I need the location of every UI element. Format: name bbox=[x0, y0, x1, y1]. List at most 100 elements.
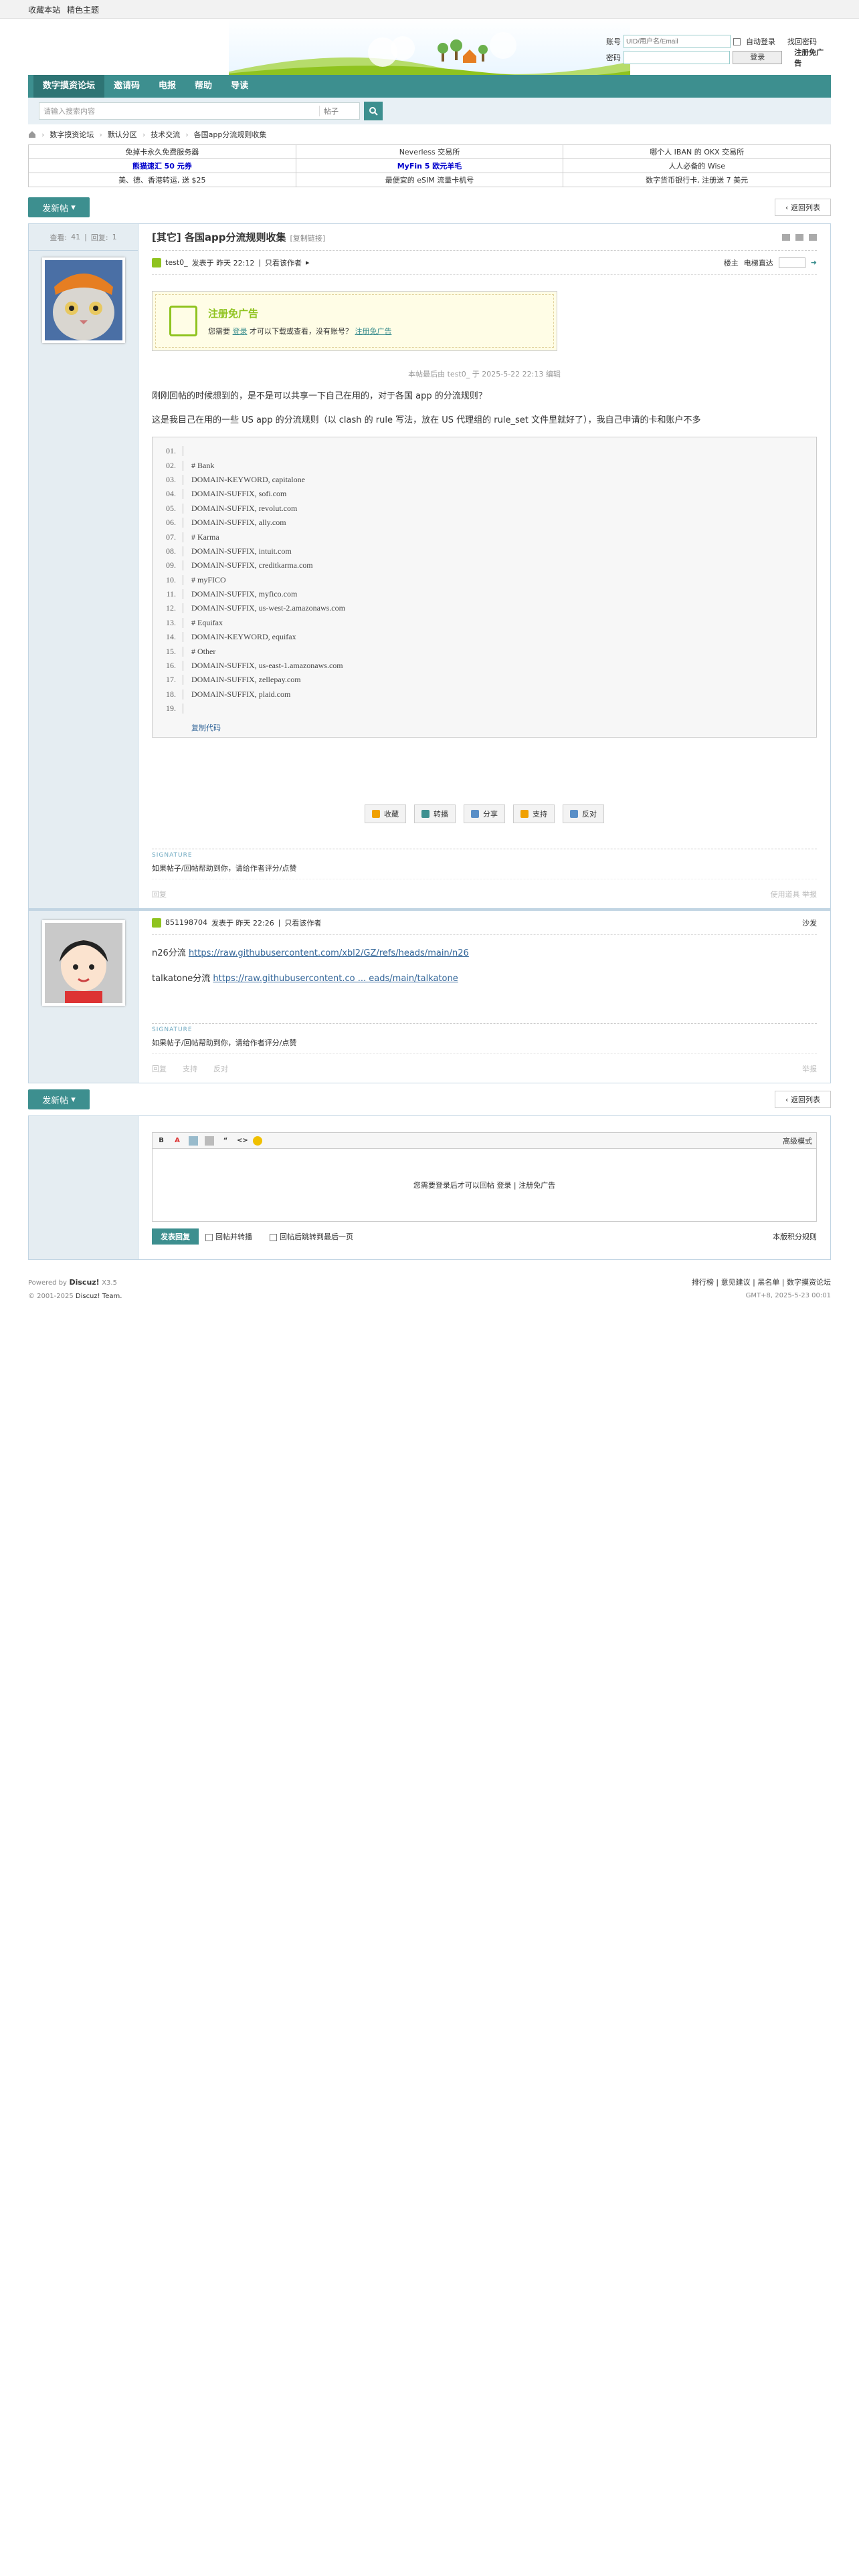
search-input[interactable]: 请输入搜索内容 帖子 bbox=[39, 102, 360, 120]
editor-toolbar: B A “ <> 高级模式 bbox=[152, 1132, 817, 1149]
favorite-link[interactable]: 收藏本站 bbox=[28, 4, 60, 15]
submit-reply-button[interactable]: 发表回复 bbox=[152, 1228, 199, 1245]
post-tools[interactable]: 使用道具 举报 bbox=[771, 889, 818, 899]
oppose-link[interactable]: 反对 bbox=[213, 1063, 228, 1074]
views-label: 查看: bbox=[50, 233, 68, 242]
support-link[interactable]: 支持 bbox=[183, 1063, 197, 1074]
footer-brand[interactable]: Discuz! bbox=[69, 1278, 99, 1287]
register-notice-register-link[interactable]: 注册免广告 bbox=[355, 327, 392, 336]
repost-checkbox[interactable] bbox=[205, 1233, 213, 1241]
ad-link[interactable]: 哪个人 IBAN 的 OKX 交易所 bbox=[563, 144, 831, 159]
n26-rule-link[interactable]: https://raw.githubusercontent.com/xbl2/G… bbox=[189, 948, 469, 958]
ad-link[interactable]: 最便宜的 eSIM 流量卡机号 bbox=[295, 173, 564, 187]
password-input[interactable] bbox=[623, 51, 731, 64]
link-icon[interactable] bbox=[205, 1136, 214, 1146]
account-input[interactable] bbox=[624, 35, 731, 48]
post-footer: 回复 支持 反对 举报 bbox=[152, 1053, 817, 1083]
breadcrumb: › 数字摸资论坛 › 默认分区 › 技术交流 › 各国app分流规则收集 bbox=[28, 124, 831, 144]
copy-code-link[interactable]: 复制代码 bbox=[153, 722, 816, 733]
advanced-mode-link[interactable]: 高级模式 bbox=[783, 1136, 812, 1146]
font-color-icon[interactable]: A bbox=[173, 1136, 182, 1146]
score-rules-link[interactable]: 本版积分规则 bbox=[773, 1231, 817, 1242]
avatar[interactable] bbox=[41, 920, 125, 1006]
code-icon[interactable]: <> bbox=[237, 1136, 248, 1146]
ad-link[interactable]: 免掉卡永久免费服务器 bbox=[28, 144, 296, 159]
editor-register-link[interactable]: 注册免广告 bbox=[518, 1180, 555, 1190]
ad-link[interactable]: 数字货币银行卡, 注册送 7 美元 bbox=[563, 173, 831, 187]
quote-icon[interactable]: “ bbox=[221, 1136, 230, 1146]
oppose-button[interactable]: 反对 bbox=[563, 804, 604, 824]
reply-sidebar bbox=[29, 1116, 138, 1260]
back-to-list-button[interactable]: ‹ 返回列表 bbox=[775, 1091, 831, 1109]
reply-link[interactable]: 回复 bbox=[152, 889, 167, 899]
footer-links[interactable]: 排行榜 | 意见建议 | 黑名单 | 数字摸资论坛 bbox=[692, 1276, 831, 1289]
code-line-text: DOMAIN-SUFFIX, myfico.com bbox=[191, 589, 298, 599]
register-link[interactable]: 注册免广告 bbox=[794, 47, 831, 68]
nav-item-invite[interactable]: 邀请码 bbox=[104, 75, 149, 98]
nav-item-help[interactable]: 帮助 bbox=[185, 75, 221, 98]
back-to-list-button[interactable]: ‹ 返回列表 bbox=[775, 199, 831, 216]
image-icon[interactable] bbox=[189, 1136, 198, 1146]
nav-item-guide[interactable]: 导读 bbox=[221, 75, 258, 98]
breadcrumb-item[interactable]: 技术交流 bbox=[151, 129, 180, 140]
nav-item-telegram[interactable]: 电报 bbox=[149, 75, 185, 98]
ad-link[interactable]: 人人必备的 Wise bbox=[563, 158, 831, 173]
code-line-text: DOMAIN-SUFFIX, ally.com bbox=[191, 518, 286, 528]
floor-label: 楼主 bbox=[723, 258, 739, 267]
search-button[interactable] bbox=[364, 102, 383, 120]
favorite-button[interactable]: 收藏 bbox=[365, 804, 406, 824]
floor-jump-input[interactable] bbox=[778, 257, 805, 268]
author-name[interactable]: 851198704 bbox=[165, 918, 207, 927]
ad-link[interactable]: 美、德、香港转运, 送 $25 bbox=[28, 173, 296, 187]
talkatone-rule-link[interactable]: https://raw.githubusercontent.co ... ead… bbox=[213, 974, 458, 984]
code-line-number: 19. bbox=[153, 704, 183, 714]
code-line-number: 16. bbox=[153, 661, 183, 671]
bold-icon[interactable]: B bbox=[157, 1136, 166, 1146]
code-line-text: DOMAIN-SUFFIX, us-west-2.amazonaws.com bbox=[191, 603, 345, 613]
avatar[interactable] bbox=[41, 257, 125, 343]
ad-link[interactable]: MyFin 5 欧元羊毛 bbox=[295, 158, 564, 173]
code-line-text: DOMAIN-SUFFIX, sofi.com bbox=[191, 489, 287, 499]
breadcrumb-item[interactable]: 数字摸资论坛 bbox=[50, 129, 94, 140]
server-time: GMT+8, 2025-5-23 00:01 bbox=[745, 1292, 831, 1300]
jump-last-checkbox[interactable] bbox=[270, 1233, 277, 1241]
only-author-link[interactable]: 只看该作者 bbox=[265, 257, 302, 268]
ad-link[interactable]: Neverless 交易所 bbox=[295, 144, 564, 159]
post-author-info: 851198704 发表于 昨天 22:26 | 只看该作者 沙发 bbox=[152, 911, 817, 936]
new-post-button[interactable]: 发新帖 ▾ bbox=[28, 1089, 90, 1110]
copy-link[interactable]: [复制链接] bbox=[290, 234, 326, 243]
editor-login-link[interactable]: 登录 bbox=[496, 1180, 511, 1190]
breadcrumb-item[interactable]: 默认分区 bbox=[108, 129, 137, 140]
code-line-text: # myFICO bbox=[191, 574, 226, 584]
ad-link[interactable]: 熊猫速汇 50 元券 bbox=[28, 158, 296, 173]
report-link[interactable]: 举报 bbox=[802, 1063, 817, 1074]
nav-item-forum[interactable]: 数字摸资论坛 bbox=[33, 75, 105, 98]
smiley-icon[interactable] bbox=[253, 1136, 262, 1146]
new-post-button[interactable]: 发新帖 ▾ bbox=[28, 197, 90, 217]
search-scope-select[interactable]: 帖子 bbox=[319, 106, 359, 116]
share-button[interactable]: 分享 bbox=[464, 804, 505, 824]
author-name[interactable]: test0_ bbox=[165, 258, 188, 267]
go-arrow-icon[interactable]: ➜ bbox=[811, 258, 817, 267]
repost-button[interactable]: 转播 bbox=[414, 804, 456, 824]
edited-note: 本帖最后由 test0_ 于 2025-5-22 22:13 编辑 bbox=[408, 370, 561, 379]
login-button[interactable]: 登录 bbox=[733, 51, 783, 64]
back-to-list-label: 返回列表 bbox=[790, 1095, 820, 1105]
forgot-password-link[interactable]: 找回密码 bbox=[787, 36, 817, 47]
next-thread-icon[interactable] bbox=[809, 233, 817, 241]
only-author-link[interactable]: 只看该作者 bbox=[284, 918, 321, 928]
reply-link[interactable]: 回复 bbox=[152, 1063, 167, 1074]
theme-link[interactable]: 精色主题 bbox=[67, 4, 99, 15]
home-icon[interactable] bbox=[28, 130, 36, 138]
code-line: 06. DOMAIN-SUFFIX, ally.com bbox=[153, 516, 816, 530]
reply-textarea[interactable]: 您需要登录后才可以回帖 登录 | 注册免广告 bbox=[152, 1148, 817, 1222]
signature: SIGNATURE 如果帖子/回帖帮助到你，请给作者评分/点赞 bbox=[152, 1023, 817, 1048]
footer-team-link[interactable]: Discuz! Team. bbox=[76, 1293, 122, 1300]
print-icon[interactable] bbox=[782, 233, 790, 241]
footer-version: X3.5 bbox=[102, 1279, 117, 1287]
register-notice-login-link[interactable]: 登录 bbox=[233, 327, 248, 336]
chevron-right-icon: ▸ bbox=[306, 258, 310, 267]
prev-thread-icon[interactable] bbox=[795, 233, 803, 241]
auto-login-checkbox[interactable] bbox=[733, 37, 741, 45]
support-button[interactable]: 支持 bbox=[513, 804, 555, 824]
